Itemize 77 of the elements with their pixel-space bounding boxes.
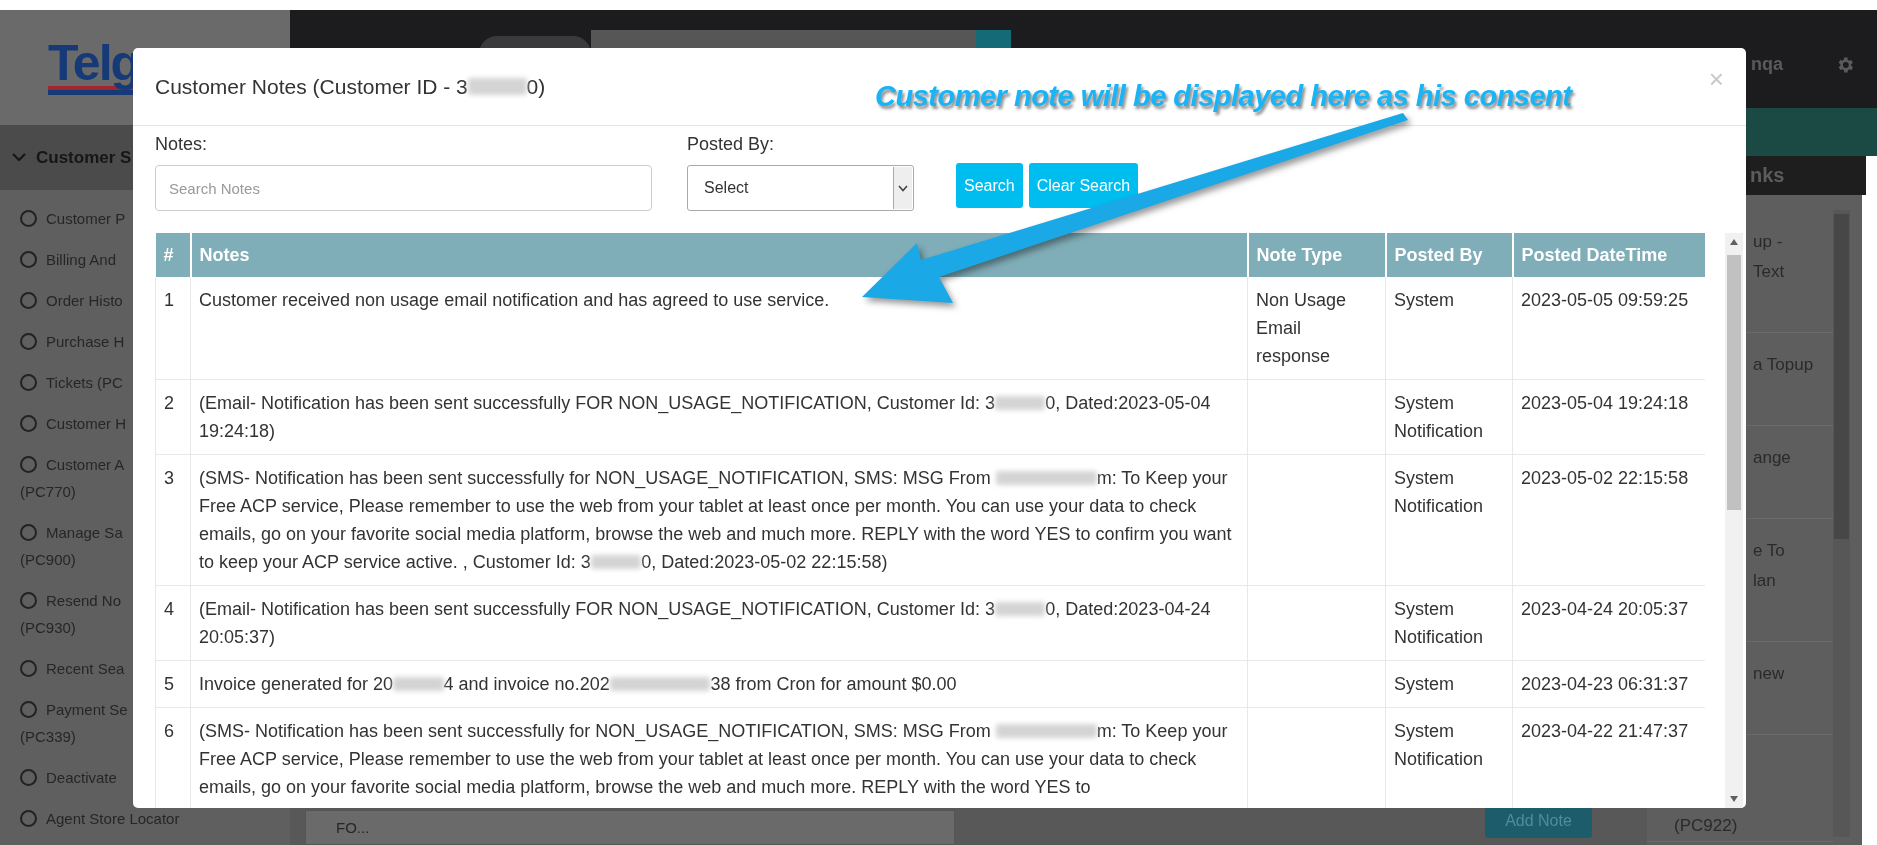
sidebar-item[interactable]: Recent Sea	[46, 655, 125, 682]
note-text: (Email- Notification has been sent successfully FOR NON_USAGE_NOTIFICATION, Customer Id: 3 0, Dated:2023-05-04 19:24:18)	[199, 392, 1212, 443]
posted-by: System Notification	[1394, 393, 1484, 441]
note-text: Customer received non usage email notification and has agreed to use service.	[199, 289, 831, 312]
column-header[interactable]: Note Type	[1247, 233, 1386, 277]
note-text: (SMS- Notification has been sent successfully for NON_USAGE_NOTIFICATION, SMS: MSG From m: To Keep your Free ACP service, Please remember to use the web from your tablet at least once per month. You can use your data to check emails, go on your favorite social media platform, browse the web and much more. REPLY with the word YES to confirm you want to keep your ACP service active. , Customer Id: 3 0, Dated:2023-05-02 22:15:58)	[199, 467, 1233, 574]
row-number: 1	[164, 290, 174, 310]
close-button[interactable]: ×	[1708, 66, 1724, 92]
sidebar-item[interactable]: Customer H	[46, 410, 127, 437]
posted-datetime: 2023-05-04 19:24:18	[1521, 393, 1689, 413]
circle-icon	[20, 210, 37, 227]
note-text: (SMS- Notification has been sent successfully for NON_USAGE_NOTIFICATION, SMS: MSG From m: To Keep your Free ACP service, Please remember to use the web from your tablet at least once per month. You can use your data to check emails, go on your favorite social media platform, browse the web and much more. REPLY with the word YES to	[199, 720, 1229, 799]
search-button[interactable]: Search	[956, 163, 1023, 208]
sidebar-item-text: (PC900)	[20, 550, 76, 570]
clear-search-button[interactable]: Clear Search	[1028, 163, 1139, 208]
circle-icon	[20, 524, 37, 541]
sidebar-item[interactable]: Deactivate	[46, 764, 117, 791]
sidebar-item[interactable]: Payment Se	[46, 696, 128, 723]
row-number: 6	[164, 721, 174, 741]
scrollbar[interactable]	[1725, 233, 1743, 808]
column-header[interactable]: #	[155, 233, 191, 277]
sidebar-item[interactable]: Purchase H	[46, 328, 125, 355]
circle-icon	[20, 333, 37, 350]
circle-icon	[20, 592, 37, 609]
user-name[interactable]: nqa	[1751, 54, 1783, 75]
row-number: 5	[164, 674, 174, 694]
row-number: 2	[164, 393, 174, 413]
sidebar-item-text: (PC930)	[20, 618, 76, 638]
column-header[interactable]: Posted By	[1385, 233, 1513, 277]
circle-icon	[20, 769, 37, 786]
sidebar-item[interactable]: Manage Sa	[46, 519, 123, 546]
circle-icon	[20, 292, 37, 309]
circle-icon	[20, 701, 37, 718]
posted-datetime: 2023-04-24 20:05:37	[1521, 599, 1689, 619]
annotation-text: Customer note will be displayed here as his consent	[875, 80, 1572, 113]
chevron-down-icon	[12, 153, 26, 162]
circle-icon	[20, 374, 37, 391]
caret-icon	[898, 184, 908, 192]
circle-icon	[20, 415, 37, 432]
sidebar-item[interactable]: Customer A	[46, 451, 125, 478]
note-text: Invoice generated for 20 4 and invoice no.202 38 from Cron for amount $0.00	[199, 673, 958, 696]
posted-datetime: 2023-05-05 09:59:25	[1521, 290, 1689, 310]
search-notes-field[interactable]: Search Notes	[155, 165, 652, 211]
sidebar-item[interactable]: Tickets (PC	[46, 369, 123, 396]
column-header[interactable]: Posted DateTime	[1512, 233, 1705, 277]
sidebar-item[interactable]: Resend No	[46, 587, 122, 614]
circle-icon	[20, 810, 37, 827]
scrollbar[interactable]	[1833, 210, 1850, 837]
posted-by: System	[1394, 290, 1454, 310]
posted-datetime: 2023-04-23 06:31:37	[1521, 674, 1689, 694]
sidebar-item[interactable]: Agent Store Locator	[46, 805, 180, 832]
sidebar-item[interactable]: Customer P	[46, 205, 126, 232]
column-header[interactable]: Notes	[190, 233, 1248, 277]
posted-datetime: 2023-04-22 21:47:37	[1521, 721, 1689, 741]
scroll-up-icon[interactable]	[1729, 238, 1739, 246]
dialog-title: Customer Notes (Customer ID - 3 0)	[155, 74, 546, 99]
posted-datetime: 2023-05-02 22:15:58	[1521, 468, 1689, 488]
note-text: (Email- Notification has been sent successfully FOR NON_USAGE_NOTIFICATION, Customer Id: 3 0, Dated:2023-04-24 20:05:37)	[199, 598, 1212, 649]
posted-by-select[interactable]: Select	[687, 165, 914, 211]
circle-icon	[20, 660, 37, 677]
posted-by: System	[1394, 674, 1454, 694]
sidebar-item-text: (PC339)	[20, 727, 76, 747]
posted-by: System Notification	[1394, 599, 1484, 647]
sidebar-item-text: (PC770)	[20, 482, 76, 502]
note-type: Non Usage Email response	[1256, 290, 1347, 366]
scroll-down-icon[interactable]	[1729, 795, 1739, 803]
sidebar-item[interactable]: Order Histo	[46, 287, 123, 314]
posted-by: System Notification	[1394, 468, 1484, 516]
circle-icon	[20, 251, 37, 268]
circle-icon	[20, 456, 37, 473]
dropdown[interactable]: FO...	[305, 810, 955, 845]
posted-by: System Notification	[1394, 721, 1484, 769]
field-label: Notes:	[155, 134, 209, 155]
row-number: 3	[164, 468, 174, 488]
row-number: 4	[164, 599, 174, 619]
sidebar-item[interactable]: Billing And	[46, 246, 117, 273]
field-label: Posted By:	[687, 134, 776, 155]
